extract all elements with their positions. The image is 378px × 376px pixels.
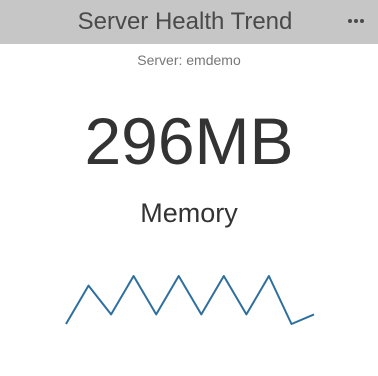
sparkline-series — [65, 275, 315, 325]
memory-sparkline — [65, 275, 315, 325]
metric-label: Memory — [140, 198, 238, 228]
server-name: Server: emdemo — [137, 52, 241, 68]
more-options-button[interactable] — [344, 12, 368, 30]
more-icon — [348, 19, 364, 23]
widget-title: Server Health Trend — [77, 8, 293, 35]
metric-value: 296MB — [84, 104, 294, 178]
server-health-widget: Server Health Trend Server: emdemo 296MB… — [0, 0, 378, 376]
